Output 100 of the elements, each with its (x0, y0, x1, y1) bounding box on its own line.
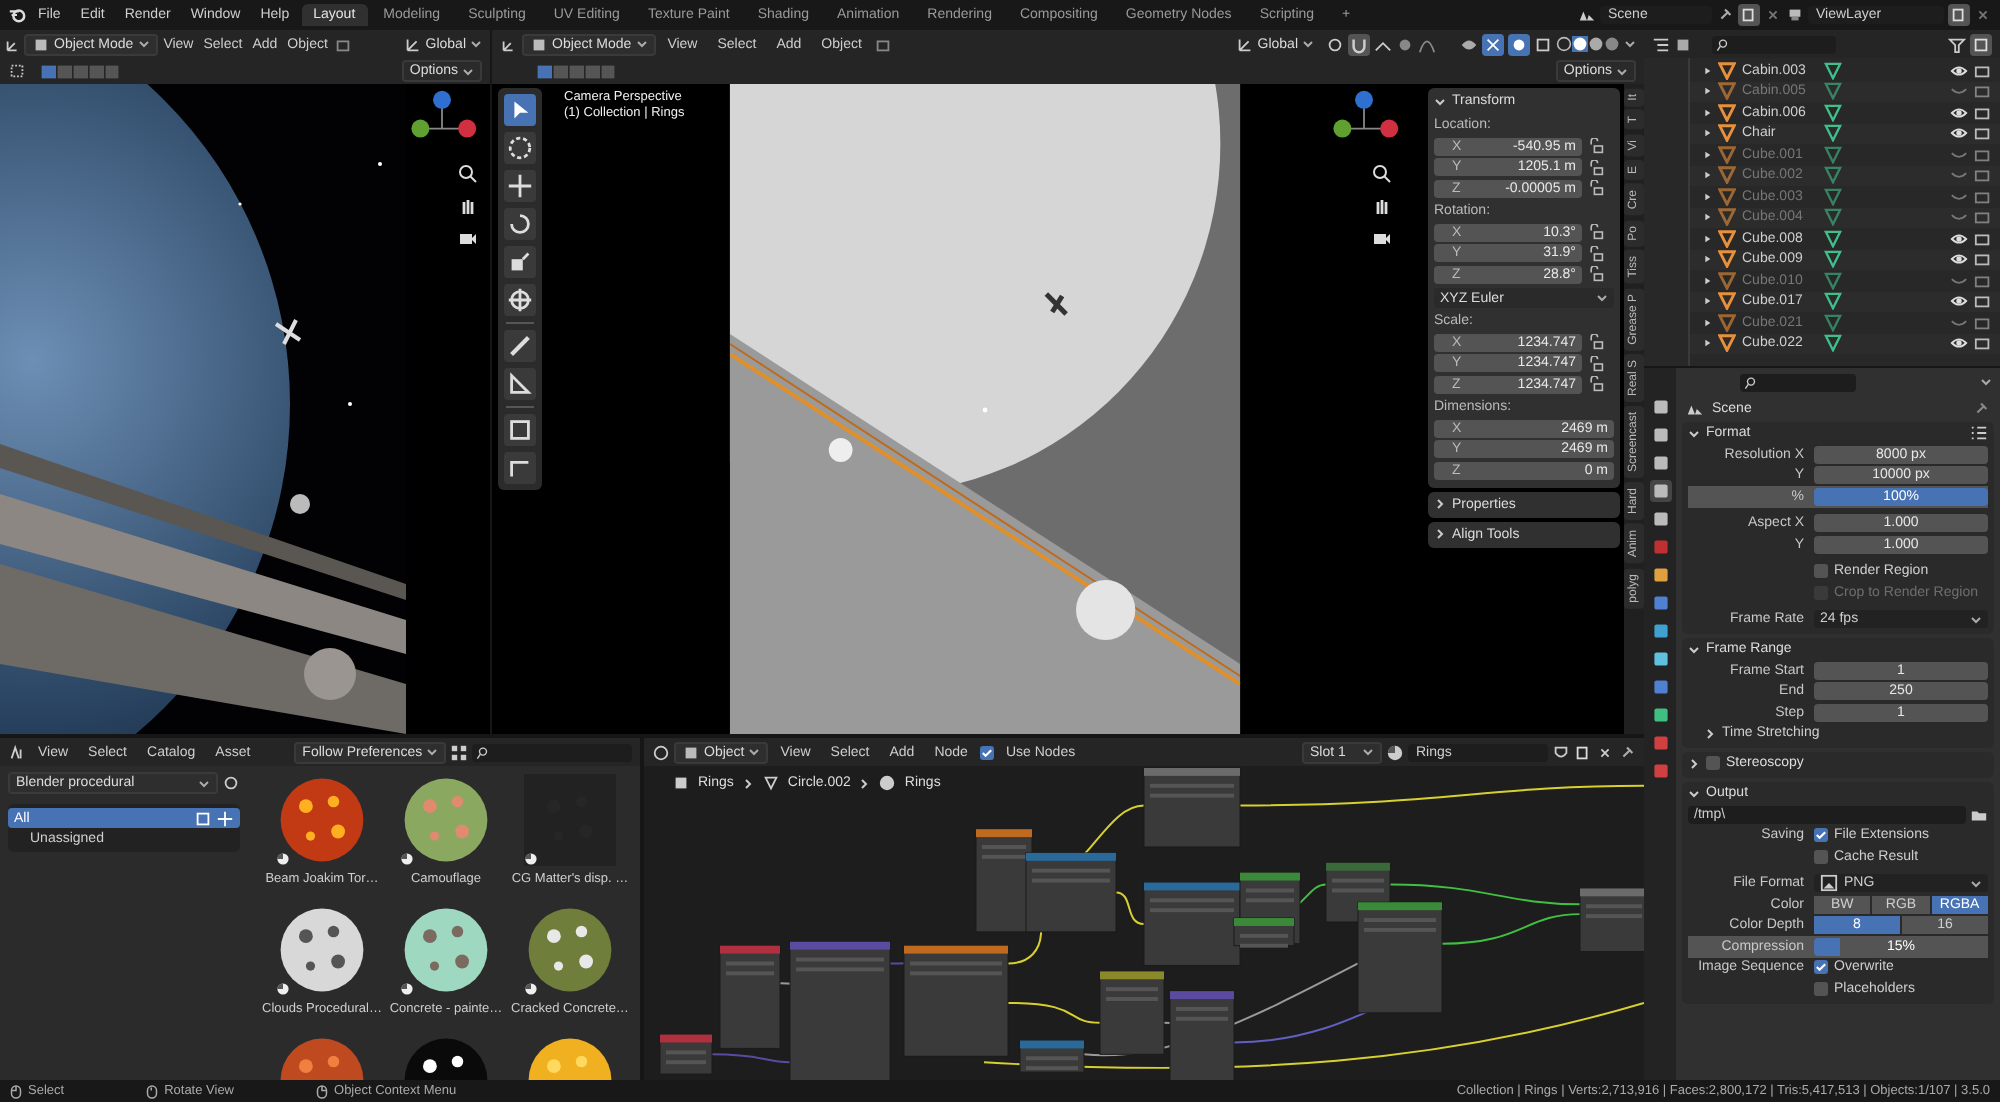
visibility-icon[interactable] (1950, 103, 1968, 122)
filter-icon[interactable] (1948, 35, 1966, 53)
grid-view-icon[interactable] (450, 743, 469, 761)
proportional-icon[interactable] (1396, 35, 1414, 53)
node-box[interactable] (659, 1034, 713, 1075)
camera-icon[interactable] (458, 228, 478, 248)
node-box[interactable] (1143, 882, 1241, 966)
copy-icon[interactable] (1948, 4, 1970, 26)
tab-icon[interactable] (1649, 452, 1671, 474)
close-icon[interactable] (1974, 6, 1992, 24)
presets-icon[interactable] (1970, 424, 1988, 442)
copy-icon[interactable] (1574, 743, 1592, 761)
blender-logo-icon[interactable] (8, 6, 26, 24)
node-box[interactable] (1233, 917, 1295, 948)
checkbox[interactable] (1706, 756, 1720, 770)
visibility-icon[interactable] (1950, 61, 1968, 80)
lock-icon[interactable] (1588, 334, 1604, 350)
pivot-icon[interactable] (1326, 35, 1344, 53)
tab-icon[interactable] (1649, 592, 1671, 614)
tab-icon[interactable] (1649, 564, 1671, 586)
visibility-icon[interactable] (1460, 35, 1478, 53)
caret-icon[interactable] (1980, 376, 1992, 388)
node-box[interactable] (1169, 990, 1235, 1080)
tab-icon[interactable] (1649, 676, 1671, 698)
pin-icon[interactable] (1972, 400, 1990, 418)
node-box[interactable] (1579, 887, 1644, 953)
lock-icon[interactable] (1588, 266, 1604, 282)
node-box[interactable] (1019, 1040, 1085, 1073)
scale-tool-icon[interactable] (504, 246, 536, 278)
close-icon[interactable] (1596, 743, 1614, 761)
corner-tool-icon[interactable] (504, 452, 536, 484)
tab-icon[interactable] (1649, 396, 1671, 418)
tab-icon[interactable] (1649, 648, 1671, 670)
tab-icon[interactable] (1649, 424, 1671, 446)
node-box[interactable] (975, 828, 1033, 933)
tab-icon[interactable] (1649, 508, 1671, 530)
selection-modes-icon[interactable] (40, 63, 120, 79)
editor-type-icon[interactable] (4, 35, 22, 53)
folder-icon[interactable] (1970, 805, 1988, 824)
list-icon[interactable] (1652, 35, 1670, 53)
layers-icon[interactable] (1786, 6, 1804, 24)
pin-icon[interactable] (1716, 6, 1734, 24)
refresh-icon[interactable] (222, 774, 240, 792)
visibility-icon[interactable] (1950, 229, 1968, 248)
visibility-icon[interactable] (1950, 124, 1968, 143)
checkbox[interactable] (1814, 960, 1828, 975)
tab-icon[interactable] (1649, 620, 1671, 642)
editor-type-icon[interactable] (500, 35, 518, 53)
material-icon[interactable] (1386, 743, 1404, 761)
tab-icon[interactable] (1649, 704, 1671, 726)
gizmo-icon[interactable] (1482, 33, 1504, 55)
move-tool-icon[interactable] (504, 170, 536, 202)
lock-icon[interactable] (1588, 376, 1604, 392)
node-box[interactable] (789, 941, 891, 1080)
copy-icon[interactable] (1738, 4, 1760, 26)
visibility-icon[interactable] (1950, 292, 1968, 311)
selection-modes-icon[interactable] (536, 63, 616, 79)
add-cube-tool-icon[interactable] (504, 414, 536, 446)
axis-gizmo-icon[interactable] (406, 88, 478, 144)
close-icon[interactable] (1764, 6, 1782, 24)
cursor-tool-icon[interactable] (504, 94, 536, 126)
transform-tool-icon[interactable] (504, 284, 536, 316)
shield-icon[interactable] (1552, 743, 1570, 761)
transform-icon[interactable] (873, 35, 892, 53)
checkbox[interactable] (1814, 828, 1828, 843)
display-mode-icon[interactable] (1674, 35, 1692, 53)
tab-icon[interactable] (1649, 760, 1671, 782)
search-field[interactable] (1712, 35, 1836, 53)
checkbox[interactable] (1814, 849, 1828, 864)
tab-icon[interactable] (1649, 732, 1671, 754)
visibility-icon[interactable] (1950, 334, 1968, 353)
lock-icon[interactable] (1588, 138, 1604, 154)
node-box[interactable] (719, 945, 781, 1049)
overlays-icon[interactable] (1508, 33, 1530, 55)
editor-type-icon[interactable] (8, 743, 26, 761)
xray-icon[interactable] (1534, 35, 1552, 53)
checkbox[interactable] (1814, 981, 1828, 996)
new-collection-icon[interactable] (1970, 33, 1992, 55)
axis-gizmo-icon[interactable] (1328, 88, 1400, 144)
add-icon[interactable] (216, 809, 234, 827)
zoom-icon[interactable] (458, 164, 478, 184)
node-box[interactable] (1099, 970, 1165, 1055)
measure-tool-icon[interactable] (504, 368, 536, 400)
editor-type-icon[interactable] (652, 743, 670, 761)
checkbox[interactable] (1814, 564, 1828, 579)
tab-icon[interactable] (1649, 480, 1671, 502)
new-catalog-icon[interactable] (194, 809, 212, 827)
rotate-tool-icon[interactable] (504, 208, 536, 240)
lock-icon[interactable] (1588, 355, 1604, 371)
node-box[interactable] (903, 945, 1009, 1057)
checkbox[interactable] (979, 745, 994, 759)
lock-icon[interactable] (1588, 159, 1604, 175)
pin-icon[interactable] (1618, 743, 1636, 761)
hand-icon[interactable] (1372, 196, 1392, 216)
zoom-icon[interactable] (1372, 164, 1392, 184)
circle-tool-icon[interactable] (504, 132, 536, 164)
node-box[interactable] (1143, 767, 1241, 848)
lock-icon[interactable] (1588, 180, 1604, 196)
camera-icon[interactable] (1372, 228, 1392, 248)
search-field[interactable] (1740, 373, 1856, 391)
